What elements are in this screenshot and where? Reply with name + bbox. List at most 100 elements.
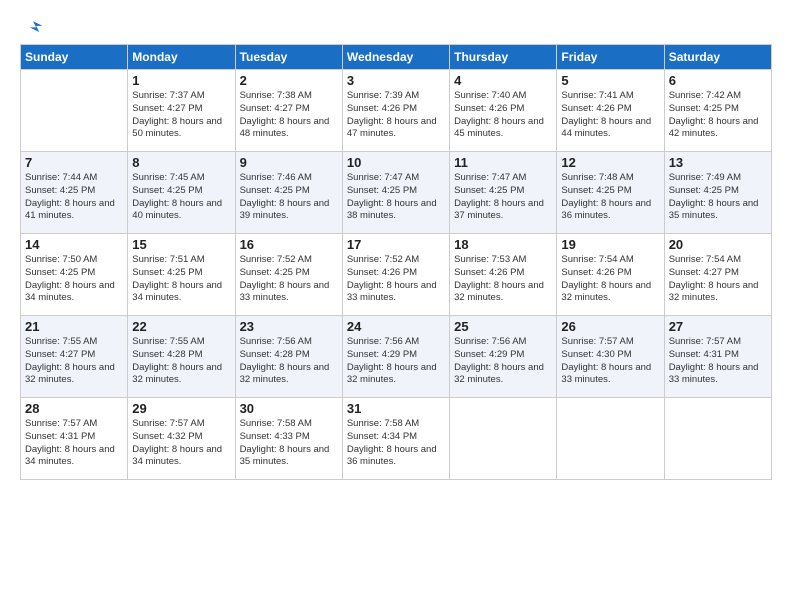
day-number: 27 [669,319,767,334]
day-number: 6 [669,73,767,88]
cell-info: Sunrise: 7:49 AMSunset: 4:25 PMDaylight:… [669,172,767,223]
cell-info: Sunrise: 7:40 AMSunset: 4:26 PMDaylight:… [454,90,552,141]
col-header-wednesday: Wednesday [342,45,449,70]
calendar-cell: 4 Sunrise: 7:40 AMSunset: 4:26 PMDaylight… [450,70,557,152]
cell-info: Sunrise: 7:54 AMSunset: 4:26 PMDaylight:… [561,254,659,305]
day-number: 31 [347,401,445,416]
day-number: 24 [347,319,445,334]
calendar-cell: 25Sunrise: 7:56 AMSunset: 4:29 PMDayligh… [450,316,557,398]
day-number: 29 [132,401,230,416]
cell-info: Sunrise: 7:50 AMSunset: 4:25 PMDaylight:… [25,254,123,305]
day-number: 3 [347,73,445,88]
day-number: 25 [454,319,552,334]
cell-info: Sunrise: 7:39 AMSunset: 4:26 PMDaylight:… [347,90,445,141]
calendar-week-row: 1Sunrise: 7:37 AMSunset: 4:27 PMDaylight… [21,70,772,152]
calendar-week-row: 7 Sunrise: 7:44 AMSunset: 4:25 PMDaylight… [21,152,772,234]
col-header-monday: Monday [128,45,235,70]
calendar-cell: 1Sunrise: 7:37 AMSunset: 4:27 PMDaylight… [128,70,235,152]
cell-info: Sunrise: 7:52 AMSunset: 4:26 PMDaylight:… [347,254,445,305]
calendar-cell: 24Sunrise: 7:56 AMSunset: 4:29 PMDayligh… [342,316,449,398]
day-number: 30 [240,401,338,416]
calendar-cell: 13 Sunrise: 7:49 AMSunset: 4:25 PMDayligh… [664,152,771,234]
cell-info: Sunrise: 7:53 AMSunset: 4:26 PMDaylight:… [454,254,552,305]
calendar-table: SundayMondayTuesdayWednesdayThursdayFrid… [20,44,772,480]
day-number: 21 [25,319,123,334]
calendar-cell: 10 Sunrise: 7:47 AMSunset: 4:25 PMDayligh… [342,152,449,234]
calendar-cell [450,398,557,480]
day-number: 11 [454,155,552,170]
cell-info: Sunrise: 7:46 AMSunset: 4:25 PMDaylight:… [240,172,338,223]
cell-info: Sunrise: 7:57 AMSunset: 4:31 PMDaylight:… [669,336,767,387]
calendar-cell: 16Sunrise: 7:52 AMSunset: 4:25 PMDayligh… [235,234,342,316]
calendar-cell: 30 Sunrise: 7:58 AMSunset: 4:33 PMDayligh… [235,398,342,480]
calendar-header-row: SundayMondayTuesdayWednesdayThursdayFrid… [21,45,772,70]
cell-info: Sunrise: 7:44 AMSunset: 4:25 PMDaylight:… [25,172,123,223]
calendar-cell [21,70,128,152]
day-number: 13 [669,155,767,170]
calendar-week-row: 14 Sunrise: 7:50 AMSunset: 4:25 PMDayligh… [21,234,772,316]
cell-info: Sunrise: 7:38 AMSunset: 4:27 PMDaylight:… [240,90,338,141]
calendar-cell [557,398,664,480]
calendar-cell: 26Sunrise: 7:57 AMSunset: 4:30 PMDayligh… [557,316,664,398]
logo [20,22,44,38]
day-number: 7 [25,155,123,170]
calendar-cell: 20Sunrise: 7:54 AMSunset: 4:27 PMDayligh… [664,234,771,316]
cell-info: Sunrise: 7:45 AMSunset: 4:25 PMDaylight:… [132,172,230,223]
cell-info: Sunrise: 7:55 AMSunset: 4:27 PMDaylight:… [25,336,123,387]
cell-info: Sunrise: 7:47 AMSunset: 4:25 PMDaylight:… [347,172,445,223]
calendar-cell: 31 Sunrise: 7:58 AMSunset: 4:34 PMDayligh… [342,398,449,480]
day-number: 18 [454,237,552,252]
day-number: 19 [561,237,659,252]
calendar-week-row: 21 Sunrise: 7:55 AMSunset: 4:27 PMDayligh… [21,316,772,398]
day-number: 4 [454,73,552,88]
calendar-cell: 6 Sunrise: 7:42 AMSunset: 4:25 PMDaylight… [664,70,771,152]
calendar-cell: 22 Sunrise: 7:55 AMSunset: 4:28 PMDayligh… [128,316,235,398]
logo-bird-icon [22,18,44,40]
day-number: 17 [347,237,445,252]
calendar-cell: 17 Sunrise: 7:52 AMSunset: 4:26 PMDayligh… [342,234,449,316]
cell-info: Sunrise: 7:58 AMSunset: 4:33 PMDaylight:… [240,418,338,469]
cell-info: Sunrise: 7:57 AMSunset: 4:32 PMDaylight:… [132,418,230,469]
calendar-cell: 9 Sunrise: 7:46 AMSunset: 4:25 PMDaylight… [235,152,342,234]
calendar-cell: 21 Sunrise: 7:55 AMSunset: 4:27 PMDayligh… [21,316,128,398]
day-number: 14 [25,237,123,252]
cell-info: Sunrise: 7:51 AMSunset: 4:25 PMDaylight:… [132,254,230,305]
calendar-week-row: 28 Sunrise: 7:57 AMSunset: 4:31 PMDayligh… [21,398,772,480]
cell-info: Sunrise: 7:52 AMSunset: 4:25 PMDaylight:… [240,254,338,305]
page: SundayMondayTuesdayWednesdayThursdayFrid… [0,0,792,612]
col-header-tuesday: Tuesday [235,45,342,70]
calendar-cell: 12Sunrise: 7:48 AMSunset: 4:25 PMDayligh… [557,152,664,234]
calendar-cell: 15 Sunrise: 7:51 AMSunset: 4:25 PMDayligh… [128,234,235,316]
day-number: 9 [240,155,338,170]
header [20,18,772,38]
day-number: 5 [561,73,659,88]
calendar-cell: 14 Sunrise: 7:50 AMSunset: 4:25 PMDayligh… [21,234,128,316]
calendar-cell: 5Sunrise: 7:41 AMSunset: 4:26 PMDaylight… [557,70,664,152]
cell-info: Sunrise: 7:42 AMSunset: 4:25 PMDaylight:… [669,90,767,141]
calendar-cell [664,398,771,480]
day-number: 8 [132,155,230,170]
day-number: 20 [669,237,767,252]
day-number: 23 [240,319,338,334]
calendar-cell: 11 Sunrise: 7:47 AMSunset: 4:25 PMDayligh… [450,152,557,234]
calendar-cell: 2Sunrise: 7:38 AMSunset: 4:27 PMDaylight… [235,70,342,152]
day-number: 12 [561,155,659,170]
calendar-cell: 28 Sunrise: 7:57 AMSunset: 4:31 PMDayligh… [21,398,128,480]
calendar-cell: 3 Sunrise: 7:39 AMSunset: 4:26 PMDaylight… [342,70,449,152]
day-number: 10 [347,155,445,170]
cell-info: Sunrise: 7:47 AMSunset: 4:25 PMDaylight:… [454,172,552,223]
calendar-cell: 18 Sunrise: 7:53 AMSunset: 4:26 PMDayligh… [450,234,557,316]
day-number: 26 [561,319,659,334]
cell-info: Sunrise: 7:55 AMSunset: 4:28 PMDaylight:… [132,336,230,387]
calendar-cell: 29 Sunrise: 7:57 AMSunset: 4:32 PMDayligh… [128,398,235,480]
col-header-thursday: Thursday [450,45,557,70]
calendar-cell: 23Sunrise: 7:56 AMSunset: 4:28 PMDayligh… [235,316,342,398]
day-number: 22 [132,319,230,334]
cell-info: Sunrise: 7:58 AMSunset: 4:34 PMDaylight:… [347,418,445,469]
col-header-saturday: Saturday [664,45,771,70]
day-number: 28 [25,401,123,416]
cell-info: Sunrise: 7:57 AMSunset: 4:31 PMDaylight:… [25,418,123,469]
cell-info: Sunrise: 7:37 AMSunset: 4:27 PMDaylight:… [132,90,230,141]
col-header-sunday: Sunday [21,45,128,70]
day-number: 15 [132,237,230,252]
